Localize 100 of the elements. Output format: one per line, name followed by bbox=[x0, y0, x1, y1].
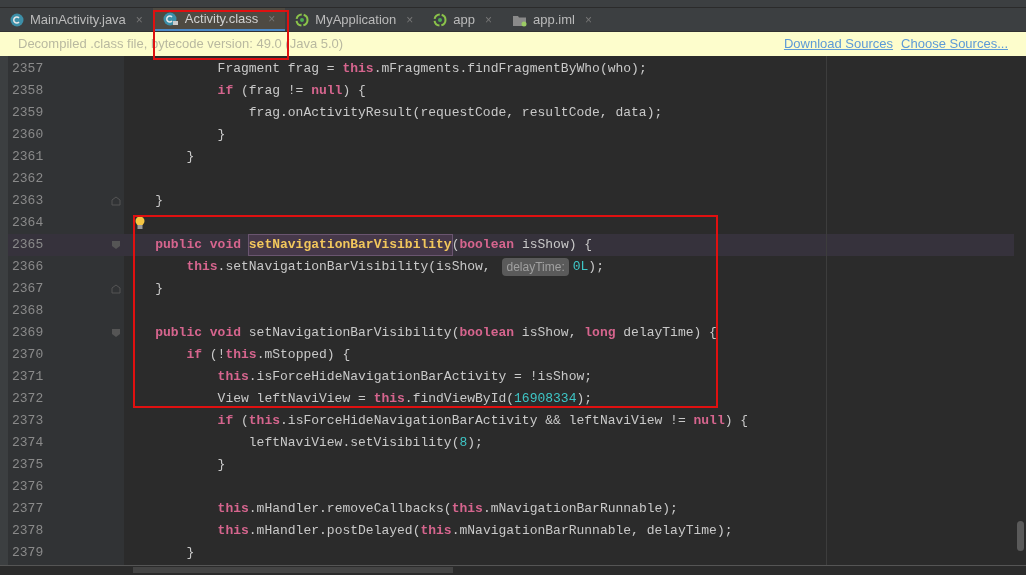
code-text: this bbox=[420, 522, 452, 541]
horizontal-scrollbar-thumb[interactable] bbox=[133, 567, 453, 573]
code-text: ); bbox=[467, 434, 483, 453]
fold-start-icon[interactable] bbox=[111, 328, 121, 338]
notice-link[interactable]: Download Sources bbox=[783, 34, 894, 54]
line-number: 2368 bbox=[12, 302, 45, 321]
code-text: } bbox=[217, 456, 226, 475]
code-text: .findViewById( bbox=[404, 390, 515, 409]
code-text: if bbox=[217, 412, 234, 431]
tab-label: app bbox=[453, 10, 475, 29]
line-number: 2370 bbox=[12, 346, 45, 365]
line-number: 2364 bbox=[12, 214, 45, 233]
code-text: View leftNaviView = bbox=[217, 390, 367, 409]
scrollbar-thumb[interactable] bbox=[1016, 521, 1024, 551]
code-text: this bbox=[451, 500, 483, 519]
code-text: this bbox=[217, 368, 249, 387]
close-icon[interactable]: × bbox=[135, 10, 143, 29]
code-text: .mFragments.findFragmentByWho(who); bbox=[373, 60, 647, 79]
code-text: Fragment frag = bbox=[217, 60, 336, 79]
code-text: public void bbox=[155, 236, 242, 255]
tab-label: MainActivity.java bbox=[30, 10, 126, 29]
code-text: (frag != bbox=[240, 82, 305, 101]
class-icon bbox=[10, 12, 24, 27]
line-number: 2359 bbox=[12, 104, 45, 123]
code-text: ) { bbox=[342, 82, 366, 101]
code-text: this bbox=[342, 60, 374, 79]
code-text: } bbox=[217, 126, 226, 145]
lightbulb-icon[interactable] bbox=[134, 216, 146, 230]
fold-end-icon[interactable] bbox=[111, 196, 121, 206]
line-number: 2361 bbox=[12, 148, 45, 167]
code-text: .mStopped) { bbox=[256, 346, 351, 365]
code-text: } bbox=[155, 280, 163, 299]
module-icon bbox=[295, 12, 310, 27]
code-text: this bbox=[225, 346, 257, 365]
code-text: isShow, bbox=[520, 324, 578, 343]
line-number: 2363 bbox=[12, 192, 45, 211]
code-text: .mNavigationBarRunnable, delayTime); bbox=[451, 522, 733, 541]
code-text: this bbox=[186, 258, 218, 277]
line-number: 2377 bbox=[12, 500, 45, 519]
code-text: delayTime) { bbox=[622, 324, 717, 343]
code-text: this bbox=[373, 390, 405, 409]
highlighted-method-name: setNavigationBarVisibility bbox=[248, 235, 452, 255]
code-text: ( bbox=[451, 236, 460, 255]
line-number: 2358 bbox=[12, 82, 45, 101]
code-text: frag.onActivityResult(requestCode, resultCode, data); bbox=[248, 104, 663, 123]
code-text: ); bbox=[576, 390, 593, 409]
line-number: 2360 bbox=[12, 126, 45, 145]
tab-label: MyApplication bbox=[315, 10, 397, 29]
editor-tab[interactable]: Activity.class × bbox=[152, 8, 286, 31]
line-number: 2371 bbox=[12, 368, 45, 387]
code-text: .isForceHideNavigationBarActivity && leftNaviView != bbox=[280, 412, 687, 431]
code-text: null bbox=[311, 82, 343, 101]
close-icon[interactable]: × bbox=[268, 9, 276, 28]
code-text: boolean bbox=[459, 236, 515, 255]
tab-label: app.iml bbox=[533, 10, 575, 29]
line-number: 2369 bbox=[12, 324, 45, 343]
close-icon[interactable]: × bbox=[484, 10, 492, 29]
code-text: isShow) { bbox=[520, 236, 593, 255]
notice-link[interactable]: Choose Sources... bbox=[901, 34, 1008, 54]
close-icon[interactable]: × bbox=[584, 10, 592, 29]
editor-tab[interactable]: app.iml × bbox=[502, 8, 602, 31]
code-text: boolean bbox=[459, 324, 515, 343]
editor-tab[interactable]: MainActivity.java × bbox=[0, 8, 153, 31]
line-number: 2365 bbox=[12, 236, 45, 255]
line-number: 2374 bbox=[12, 434, 45, 453]
tab-label: Activity.class bbox=[184, 9, 259, 28]
editor-tab[interactable]: app × bbox=[423, 8, 502, 31]
line-number: 2367 bbox=[12, 280, 45, 299]
module-icon bbox=[433, 12, 448, 27]
code-text: 0L bbox=[572, 258, 589, 277]
code-text: leftNaviView.setVisibility( bbox=[248, 434, 460, 453]
code-text: .isForceHideNavigationBarActivity = !isShow; bbox=[248, 368, 593, 387]
locked-class-icon bbox=[162, 11, 179, 26]
code-text: .mHandler.removeCallbacks( bbox=[248, 500, 452, 519]
line-number: 2376 bbox=[12, 478, 45, 497]
code-text: setNavigationBarVisibility( bbox=[248, 324, 460, 343]
fold-start-icon[interactable] bbox=[111, 240, 121, 250]
code-text: ) { bbox=[724, 412, 749, 431]
line-number: 2378 bbox=[12, 522, 45, 541]
code-text: this bbox=[248, 412, 281, 431]
line-number: 2372 bbox=[12, 390, 45, 409]
editor-tab[interactable]: MyApplication × bbox=[285, 8, 424, 31]
close-icon[interactable]: × bbox=[406, 10, 414, 29]
code-text: this bbox=[217, 500, 249, 519]
code-text: } bbox=[186, 148, 195, 167]
parameter-hint: delayTime: bbox=[502, 258, 569, 276]
code-text: .mNavigationBarRunnable); bbox=[482, 500, 678, 519]
code-text: } bbox=[186, 544, 195, 563]
line-number: 2366 bbox=[12, 258, 45, 277]
code-text: 8 bbox=[459, 434, 468, 453]
code-text: ); bbox=[588, 258, 604, 277]
code-text: (! bbox=[208, 346, 226, 365]
code-text: if bbox=[217, 82, 234, 101]
code-text: null bbox=[693, 412, 725, 431]
code-text: this bbox=[217, 522, 249, 541]
fold-end-icon[interactable] bbox=[111, 284, 121, 294]
code-text: .setNavigationBarVisibility(isShow, bbox=[217, 258, 492, 277]
code-text: .mHandler.postDelayed( bbox=[248, 522, 421, 541]
code-text: if bbox=[186, 346, 202, 365]
line-number: 2362 bbox=[12, 170, 45, 189]
